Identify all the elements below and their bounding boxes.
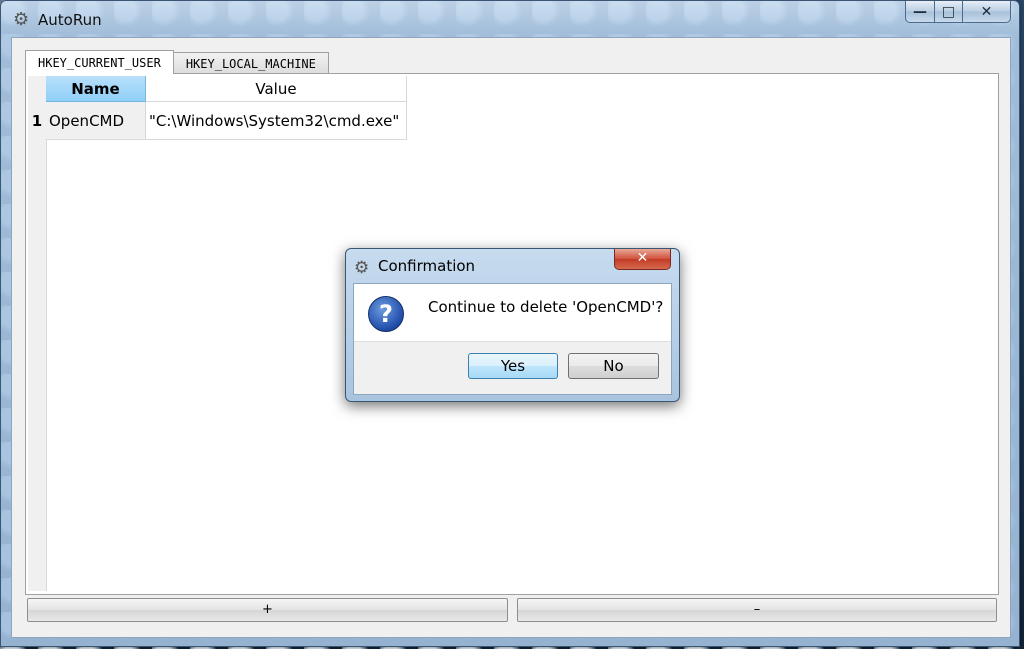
row-header-column bbox=[28, 102, 47, 591]
remove-entry-button[interactable]: – bbox=[517, 598, 997, 622]
caption-buttons: — □ ✕ bbox=[905, 1, 1011, 23]
dialog-close-button[interactable]: ✕ bbox=[614, 249, 671, 270]
window-title: AutoRun bbox=[38, 11, 102, 29]
column-header-value[interactable]: Value bbox=[146, 76, 407, 102]
table-corner[interactable] bbox=[28, 76, 47, 103]
close-icon: ✕ bbox=[980, 3, 993, 20]
table-cell-value[interactable]: "C:\Windows\System32\cmd.exe" bbox=[146, 102, 407, 140]
dialog-message: Continue to delete 'OpenCMD'? bbox=[428, 298, 664, 316]
gear-icon: ⚙ bbox=[354, 258, 370, 278]
minimize-button[interactable]: — bbox=[905, 1, 935, 23]
maximize-button[interactable]: □ bbox=[935, 1, 963, 23]
column-header-name[interactable]: Name bbox=[46, 76, 146, 102]
maximize-icon: □ bbox=[941, 3, 956, 20]
minimize-icon: — bbox=[913, 3, 927, 20]
yes-button[interactable]: Yes bbox=[468, 353, 558, 379]
table-cell-name[interactable]: OpenCMD bbox=[46, 102, 146, 140]
tab-hkey-local-machine[interactable]: HKEY_LOCAL_MACHINE bbox=[172, 52, 329, 74]
no-button[interactable]: No bbox=[568, 353, 659, 379]
confirmation-dialog: ⚙ Confirmation ✕ ? Continue to delete 'O… bbox=[345, 248, 680, 402]
dialog-title: Confirmation bbox=[378, 257, 476, 275]
add-entry-button[interactable]: + bbox=[27, 598, 508, 622]
tab-hkey-current-user[interactable]: HKEY_CURRENT_USER bbox=[25, 50, 174, 74]
title-bar[interactable]: ⚙ AutoRun — □ ✕ bbox=[1, 1, 1019, 37]
gear-icon: ⚙ bbox=[13, 9, 30, 30]
close-icon: ✕ bbox=[636, 250, 649, 266]
dialog-footer: Yes No bbox=[354, 341, 671, 394]
row-header[interactable]: 1 bbox=[28, 102, 46, 140]
close-button[interactable]: ✕ bbox=[963, 1, 1011, 23]
registry-tabs: HKEY_CURRENT_USER HKEY_LOCAL_MACHINE bbox=[25, 50, 329, 74]
dialog-body: ? Continue to delete 'OpenCMD'? Yes No bbox=[353, 283, 672, 395]
question-icon: ? bbox=[368, 296, 404, 332]
